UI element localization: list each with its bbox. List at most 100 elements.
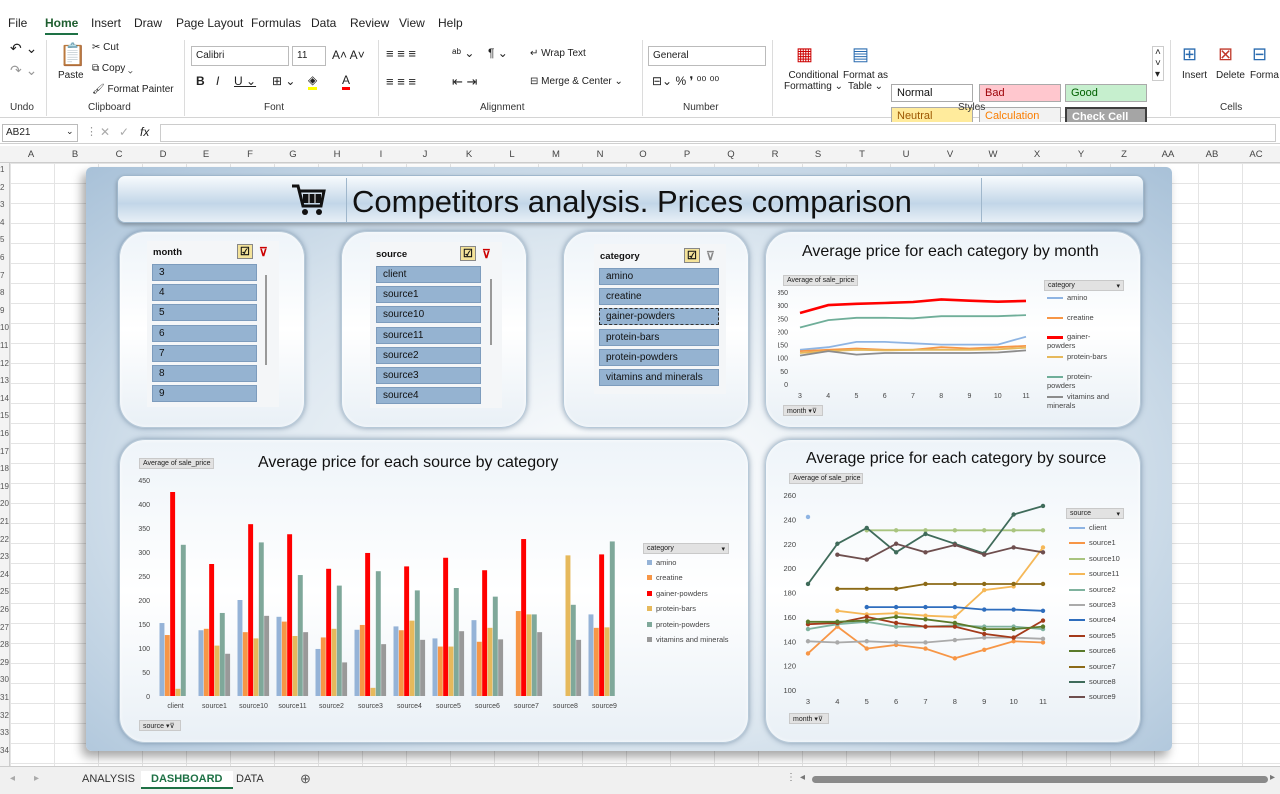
row-header[interactable]: 21 bbox=[0, 517, 9, 526]
row-header[interactable]: 22 bbox=[0, 535, 9, 544]
column-header-H[interactable]: H bbox=[327, 149, 347, 160]
legend-entry[interactable]: gainer-powders bbox=[1047, 332, 1117, 350]
row-header[interactable]: 11 bbox=[0, 341, 9, 350]
column-header-O[interactable]: O bbox=[633, 149, 653, 160]
column-header-U[interactable]: U bbox=[896, 149, 916, 160]
align-top-icon[interactable]: ≡ ≡ ≡ bbox=[386, 46, 416, 61]
row-header[interactable]: 19 bbox=[0, 482, 9, 491]
legend-entry[interactable]: protein-bars bbox=[647, 604, 696, 613]
column-header-AB[interactable]: AB bbox=[1202, 149, 1222, 160]
copy-button[interactable]: ⧉ Copy ⌄ bbox=[92, 63, 133, 74]
cancel-icon[interactable]: ✕ bbox=[100, 125, 110, 139]
legend-entry[interactable]: source3 bbox=[1069, 600, 1139, 609]
slicer-item[interactable]: protein-bars bbox=[599, 328, 719, 346]
legend-entry[interactable]: source9 bbox=[1069, 692, 1139, 701]
column-header-W[interactable]: W bbox=[983, 149, 1003, 160]
ribbon-tab-file[interactable]: File bbox=[8, 16, 27, 30]
legend-entry[interactable]: source4 bbox=[1069, 615, 1139, 624]
currency-icon[interactable]: ⊟⌄ % ❜ ⁰⁰ ⁰⁰ bbox=[652, 74, 719, 88]
undo-icon[interactable]: ↶ ⌄ bbox=[10, 40, 37, 57]
row-header[interactable]: 3 bbox=[0, 200, 9, 209]
ribbon-tab-insert[interactable]: Insert bbox=[91, 16, 121, 30]
column-header-E[interactable]: E bbox=[196, 149, 216, 160]
row-header[interactable]: 1 bbox=[0, 165, 9, 174]
row-header[interactable]: 7 bbox=[0, 271, 9, 280]
insert-button[interactable]: Insert bbox=[1182, 70, 1207, 81]
column-header-Y[interactable]: Y bbox=[1071, 149, 1091, 160]
slicer-item[interactable]: 3 bbox=[152, 264, 257, 281]
format-painter-button[interactable]: 🖌 Format Painter bbox=[92, 84, 174, 95]
legend-entry[interactable]: amino bbox=[1047, 293, 1117, 302]
row-header[interactable]: 16 bbox=[0, 429, 9, 438]
row-header[interactable]: 18 bbox=[0, 464, 9, 473]
row-header[interactable]: 20 bbox=[0, 499, 9, 508]
column-header-C[interactable]: C bbox=[109, 149, 129, 160]
font-name-select[interactable]: Calibri bbox=[191, 46, 289, 66]
delete-button[interactable]: Delete bbox=[1216, 70, 1245, 81]
row-header[interactable]: 29 bbox=[0, 658, 9, 667]
styles-scroll-icon[interactable]: ˄ ˅ ▾ bbox=[1152, 46, 1164, 81]
row-header[interactable]: 32 bbox=[0, 711, 9, 720]
row-header[interactable]: 5 bbox=[0, 235, 9, 244]
clear-filter-icon[interactable]: ⊽ bbox=[482, 247, 491, 261]
ribbon-tab-review[interactable]: Review bbox=[350, 16, 389, 30]
slicer-item[interactable]: 6 bbox=[152, 324, 257, 342]
row-header[interactable]: 25 bbox=[0, 587, 9, 596]
slicer-item[interactable]: 9 bbox=[152, 385, 257, 403]
slicer-scrollbar[interactable] bbox=[265, 275, 267, 365]
column-header-Q[interactable]: Q bbox=[721, 149, 741, 160]
column-header-P[interactable]: P bbox=[677, 149, 697, 160]
column-header-B[interactable]: B bbox=[65, 149, 85, 160]
slicer-item[interactable]: client bbox=[376, 266, 481, 283]
legend-entry[interactable]: source2 bbox=[1069, 585, 1139, 594]
value-field-button[interactable]: Average of sale_price bbox=[139, 458, 214, 469]
cut-button[interactable]: ✂ Cut bbox=[92, 42, 119, 53]
cell-style-normal[interactable]: Normal bbox=[891, 84, 973, 102]
multi-select-icon[interactable]: ☑ bbox=[237, 244, 253, 259]
slicer-item[interactable]: source3 bbox=[376, 367, 481, 384]
column-header-G[interactable]: G bbox=[283, 149, 303, 160]
axis-field-button[interactable]: month ▾⊽ bbox=[783, 405, 823, 416]
italic-button[interactable]: I bbox=[216, 74, 219, 88]
value-field-button[interactable]: Average of sale_price bbox=[789, 473, 863, 484]
slicer-item[interactable]: vitamins and minerals bbox=[599, 369, 719, 386]
slicer-item[interactable]: source4 bbox=[376, 387, 481, 405]
slicer-item[interactable]: gainer-powders bbox=[599, 308, 719, 326]
grow-font-icon[interactable]: A˄ A˅ bbox=[332, 48, 365, 62]
row-header[interactable]: 4 bbox=[0, 218, 9, 227]
row-header[interactable]: 26 bbox=[0, 605, 9, 614]
hscroll-right-icon[interactable]: ▸ bbox=[1270, 772, 1275, 783]
column-header-AA[interactable]: AA bbox=[1158, 149, 1178, 160]
redo-icon[interactable]: ↷ ⌄ bbox=[10, 62, 37, 79]
ribbon-tab-formulas[interactable]: Formulas bbox=[251, 16, 301, 30]
slicer-item[interactable]: protein-powders bbox=[599, 348, 719, 366]
slicer-item[interactable]: 8 bbox=[152, 365, 257, 382]
row-header[interactable]: 30 bbox=[0, 675, 9, 684]
legend-entry[interactable]: client bbox=[1069, 523, 1139, 532]
clear-filter-icon[interactable]: ⊽ bbox=[259, 245, 268, 259]
column-header-F[interactable]: F bbox=[240, 149, 260, 160]
legend-entry[interactable]: source1 bbox=[1069, 538, 1139, 547]
column-header-X[interactable]: X bbox=[1027, 149, 1047, 160]
legend-entry[interactable]: source7 bbox=[1069, 662, 1139, 671]
slicer-item[interactable]: 5 bbox=[152, 304, 257, 322]
row-header[interactable]: 33 bbox=[0, 728, 9, 737]
rtl-icon[interactable]: ¶ ⌄ bbox=[488, 46, 508, 60]
multi-select-icon[interactable]: ☑ bbox=[460, 246, 476, 261]
row-header[interactable]: 24 bbox=[0, 570, 9, 579]
indent-icon[interactable]: ⇤ ⇥ bbox=[452, 74, 477, 90]
align-left-icon[interactable]: ≡ ≡ ≡ bbox=[386, 74, 416, 89]
legend-entry[interactable]: vitamins and minerals bbox=[1047, 392, 1117, 410]
column-header-M[interactable]: M bbox=[546, 149, 566, 160]
name-box-chevron-icon[interactable]: ⌄ bbox=[66, 126, 74, 137]
slicer-item[interactable]: 7 bbox=[152, 344, 257, 362]
row-header[interactable]: 28 bbox=[0, 640, 9, 649]
row-header[interactable]: 23 bbox=[0, 552, 9, 561]
cell-style-bad[interactable]: Bad bbox=[979, 84, 1061, 102]
column-header-S[interactable]: S bbox=[808, 149, 828, 160]
row-header[interactable]: 31 bbox=[0, 693, 9, 702]
column-header-R[interactable]: R bbox=[765, 149, 785, 160]
multi-select-icon[interactable]: ☑ bbox=[684, 248, 700, 263]
column-header-K[interactable]: K bbox=[459, 149, 479, 160]
legend-entry[interactable]: source5 bbox=[1069, 631, 1139, 640]
